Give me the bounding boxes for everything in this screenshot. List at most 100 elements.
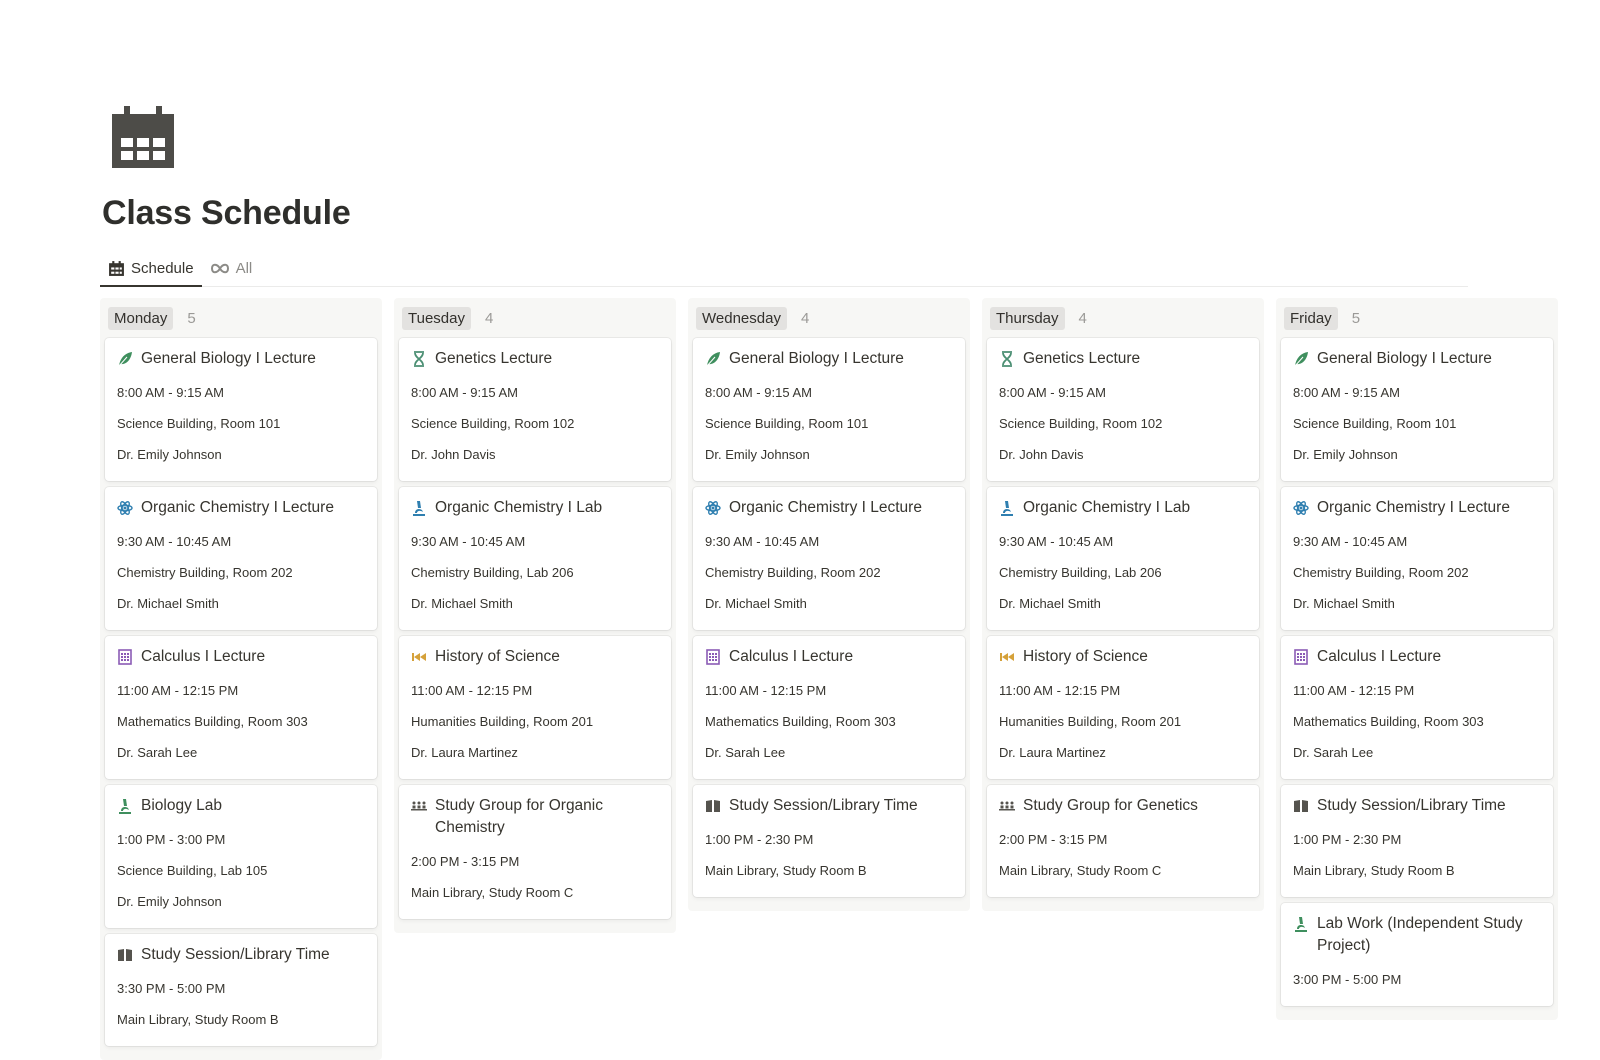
class-time: 3:30 PM - 5:00 PM [117,981,226,996]
class-location: Main Library, Study Room C [999,863,1162,878]
card-title-row: History of Science [999,646,1247,668]
class-card[interactable]: Genetics Lecture 8:00 AM - 9:15 AM Scien… [399,338,671,481]
card-title-row: General Biology I Lecture [1293,348,1541,370]
class-time: 8:00 AM - 9:15 AM [705,385,812,400]
class-location: Chemistry Building, Room 202 [117,565,293,580]
day-label[interactable]: Friday [1284,306,1338,330]
class-card[interactable]: Lab Work (Independent Study Project) 3:0… [1281,903,1553,1006]
class-location: Main Library, Study Room C [411,885,574,900]
class-location: Main Library, Study Room B [1293,863,1455,878]
day-label[interactable]: Monday [108,306,174,330]
class-instructor: Dr. John Davis [999,447,1084,462]
group-icon [411,798,427,814]
class-card[interactable]: Study Session/Library Time 1:00 PM - 2:3… [1281,785,1553,897]
class-card[interactable]: Biology Lab 1:00 PM - 3:00 PM Science Bu… [105,785,377,928]
abacus-icon [705,649,721,665]
tab-label: Schedule [131,259,194,277]
column-thursday: Thursday 4 Genetics Lecture 8:00 AM - 9:… [982,298,1264,911]
day-label[interactable]: Tuesday [402,306,471,330]
column-header: Thursday 4 [987,298,1259,338]
class-instructor: Dr. Michael Smith [1293,596,1395,611]
group-icon [999,798,1015,814]
class-time: 9:30 AM - 10:45 AM [411,534,526,549]
class-title: Study Session/Library Time [141,946,330,963]
book-icon [1293,798,1309,814]
class-card[interactable]: Study Session/Library Time 3:30 PM - 5:0… [105,934,377,1046]
card-title-row: Genetics Lecture [999,348,1247,370]
card-title-row: Organic Chemistry I Lecture [705,497,953,519]
class-title: General Biology I Lecture [141,350,316,367]
class-title: Lab Work (Independent Study Project) [1317,915,1523,954]
class-card[interactable]: Genetics Lecture 8:00 AM - 9:15 AM Scien… [987,338,1259,481]
view-tabs: Schedule All [100,250,1468,287]
class-title: General Biology I Lecture [1317,350,1492,367]
day-label[interactable]: Wednesday [696,306,787,330]
card-title-row: Calculus I Lecture [117,646,365,668]
class-card[interactable]: Organic Chemistry I Lab 9:30 AM - 10:45 … [399,487,671,630]
card-count: 4 [484,309,494,327]
class-instructor: Dr. Sarah Lee [117,745,198,760]
class-card[interactable]: Calculus I Lecture 11:00 AM - 12:15 PM M… [693,636,965,779]
class-title: Organic Chemistry I Lecture [1317,499,1510,516]
class-title: History of Science [1023,648,1148,665]
class-location: Science Building, Room 102 [999,416,1163,431]
book-icon [705,798,721,814]
class-location: Main Library, Study Room B [117,1012,279,1027]
class-card[interactable]: Study Group for Genetics 2:00 PM - 3:15 … [987,785,1259,897]
class-title: Organic Chemistry I Lecture [141,499,334,516]
class-time: 11:00 AM - 12:15 PM [117,683,239,698]
class-card[interactable]: Organic Chemistry I Lecture 9:30 AM - 10… [693,487,965,630]
class-time: 3:00 PM - 5:00 PM [1293,972,1402,987]
class-location: Mathematics Building, Room 303 [117,714,308,729]
column-tuesday: Tuesday 4 Genetics Lecture 8:00 AM - 9:1… [394,298,676,933]
class-time: 1:00 PM - 2:30 PM [1293,832,1402,847]
day-label[interactable]: Thursday [990,306,1065,330]
class-location: Science Building, Room 102 [411,416,575,431]
class-card[interactable]: Calculus I Lecture 11:00 AM - 12:15 PM M… [105,636,377,779]
class-location: Science Building, Room 101 [117,416,281,431]
class-time: 8:00 AM - 9:15 AM [1293,385,1400,400]
class-card[interactable]: History of Science 11:00 AM - 12:15 PM H… [399,636,671,779]
class-instructor: Dr. Laura Martinez [999,745,1106,760]
microscope-green-icon [117,798,133,814]
class-title: Calculus I Lecture [729,648,854,665]
class-card[interactable]: General Biology I Lecture 8:00 AM - 9:15… [1281,338,1553,481]
class-location: Main Library, Study Room B [705,863,867,878]
class-card[interactable]: General Biology I Lecture 8:00 AM - 9:15… [693,338,965,481]
class-title: Calculus I Lecture [141,648,266,665]
class-card[interactable]: Organic Chemistry I Lecture 9:30 AM - 10… [105,487,377,630]
class-card[interactable]: Study Session/Library Time 1:00 PM - 2:3… [693,785,965,897]
class-card[interactable]: Organic Chemistry I Lab 9:30 AM - 10:45 … [987,487,1259,630]
class-card[interactable]: General Biology I Lecture 8:00 AM - 9:15… [105,338,377,481]
abacus-icon [117,649,133,665]
class-card[interactable]: Organic Chemistry I Lecture 9:30 AM - 10… [1281,487,1553,630]
class-time: 9:30 AM - 10:45 AM [1293,534,1408,549]
class-instructor: Dr. John Davis [411,447,496,462]
class-title: Biology Lab [141,797,223,814]
tab-all[interactable]: All [202,250,261,286]
calendar-icon [112,106,174,168]
class-location: Science Building, Room 101 [705,416,869,431]
tab-schedule[interactable]: Schedule [100,250,202,287]
column-header: Wednesday 4 [693,298,965,338]
class-title: Organic Chemistry I Lecture [729,499,922,516]
class-location: Chemistry Building, Room 202 [705,565,881,580]
class-instructor: Dr. Laura Martinez [411,745,518,760]
atom-icon [117,500,133,516]
atom-icon [1293,500,1309,516]
card-title-row: Study Session/Library Time [1293,795,1541,817]
rewind-icon [411,649,427,665]
class-title: Genetics Lecture [1023,350,1141,367]
card-title-row: Calculus I Lecture [1293,646,1541,668]
class-time: 2:00 PM - 3:15 PM [999,832,1108,847]
page-title: Class Schedule [102,194,351,232]
card-title-row: Organic Chemistry I Lab [999,497,1247,519]
card-count: 5 [187,309,196,327]
class-location: Chemistry Building, Lab 206 [411,565,574,580]
class-card[interactable]: History of Science 11:00 AM - 12:15 PM H… [987,636,1259,779]
class-instructor: Dr. Emily Johnson [705,447,810,462]
class-card[interactable]: Calculus I Lecture 11:00 AM - 12:15 PM M… [1281,636,1553,779]
class-time: 11:00 AM - 12:15 PM [411,683,533,698]
class-card[interactable]: Study Group for Organic Chemistry 2:00 P… [399,785,671,919]
card-title-row: Biology Lab [117,795,365,817]
